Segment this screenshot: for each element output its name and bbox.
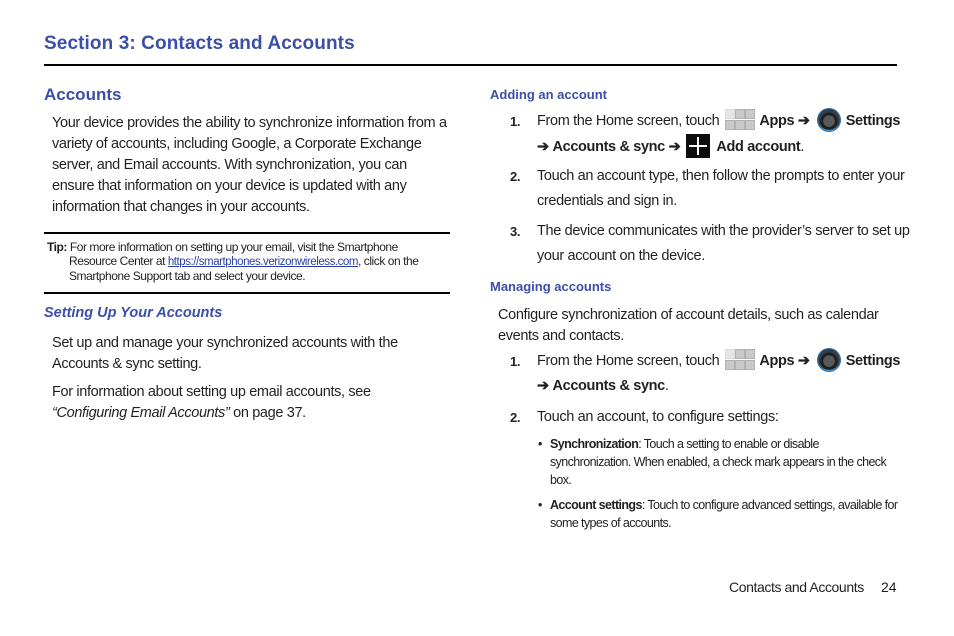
add-icon xyxy=(686,134,711,158)
accounts-sync-label: Accounts & sync xyxy=(552,139,666,155)
step-text: From the Home screen, touch xyxy=(537,353,720,369)
footer-section-label: Contacts and Accounts xyxy=(729,579,864,595)
verizon-support-link[interactable]: https://smartphones.verizonwireless.com xyxy=(168,256,359,268)
arrow-icon: ➔ xyxy=(668,139,681,155)
footer-page-number: 24 xyxy=(881,579,897,595)
bullet-term: Synchronization xyxy=(550,437,639,451)
apps-label: Apps xyxy=(759,113,795,129)
bullet-synchronization: • Synchronization: Touch a setting to en… xyxy=(538,435,898,489)
step-text: Touch an account type, then follow the p… xyxy=(537,168,905,209)
tip-bottom-rule xyxy=(44,292,450,294)
managing-paragraph: Configure synchronization of account det… xyxy=(498,307,879,344)
bullet-term: Account settings xyxy=(550,498,642,512)
bullet-account-settings: • Account settings: Touch to configure a… xyxy=(538,496,898,532)
arrow-icon: ➔ xyxy=(797,113,810,129)
tip-text-line1: For more information on setting up your … xyxy=(66,240,398,254)
step-number: 2. xyxy=(510,410,521,425)
tip-box: Tip: For more information on setting up … xyxy=(47,240,452,284)
accounts-heading: Accounts xyxy=(44,85,122,104)
accounts-paragraph: Your device provides the ability to sync… xyxy=(52,115,447,215)
managing-accounts-heading: Managing accounts xyxy=(490,279,612,294)
tip-label: Tip: xyxy=(47,240,67,254)
accounts-sync-label: Accounts & sync xyxy=(552,378,666,394)
configuring-email-link[interactable]: “Configuring Email Accounts” xyxy=(52,405,230,421)
setup-paragraph: Set up and manage your synchronized acco… xyxy=(52,335,398,372)
tip-top-rule xyxy=(44,232,450,234)
settings-label: Settings xyxy=(845,113,901,129)
arrow-icon: ➔ xyxy=(537,378,549,394)
page-reference: on page 37. xyxy=(229,405,306,421)
apps-label: Apps xyxy=(759,353,795,369)
step-text: The device communicates with the provide… xyxy=(537,223,910,264)
step-number: 2. xyxy=(510,169,521,184)
add-account-label: Add account xyxy=(716,139,801,155)
settings-label: Settings xyxy=(845,353,901,369)
step-number: 1. xyxy=(510,354,521,369)
step-number: 3. xyxy=(510,224,521,239)
arrow-icon: ➔ xyxy=(537,139,549,155)
step-text: Touch an account, to configure settings: xyxy=(537,409,779,425)
settings-icon xyxy=(817,349,840,371)
apps-icon xyxy=(725,109,756,131)
period: . xyxy=(800,139,805,155)
period: . xyxy=(664,378,669,394)
tip-text-line2-before: Resource Center at xyxy=(69,254,168,269)
step-text: From the Home screen, touch xyxy=(537,113,720,129)
tip-text-line2-after: , click on the xyxy=(358,254,419,269)
tip-line2: Resource Center at https://smartphones.v… xyxy=(47,254,452,269)
email-setup-reference: For information about setting up email a… xyxy=(52,382,452,424)
step-number: 1. xyxy=(510,114,521,129)
tip-text-line3: Smartphone Support tab and select your d… xyxy=(69,269,306,284)
setup-accounts-heading: Setting Up Your Accounts xyxy=(44,305,223,321)
arrow-icon: ➔ xyxy=(797,353,810,369)
bullet-icon: • xyxy=(538,498,542,512)
adding-account-heading: Adding an account xyxy=(490,87,607,102)
bullet-icon: • xyxy=(538,437,542,451)
title-rule xyxy=(44,64,897,66)
apps-icon xyxy=(725,349,756,371)
settings-icon xyxy=(817,109,840,131)
section-title: Section 3: Contacts and Accounts xyxy=(44,33,355,54)
email-setup-text: For information about setting up email a… xyxy=(52,384,371,400)
